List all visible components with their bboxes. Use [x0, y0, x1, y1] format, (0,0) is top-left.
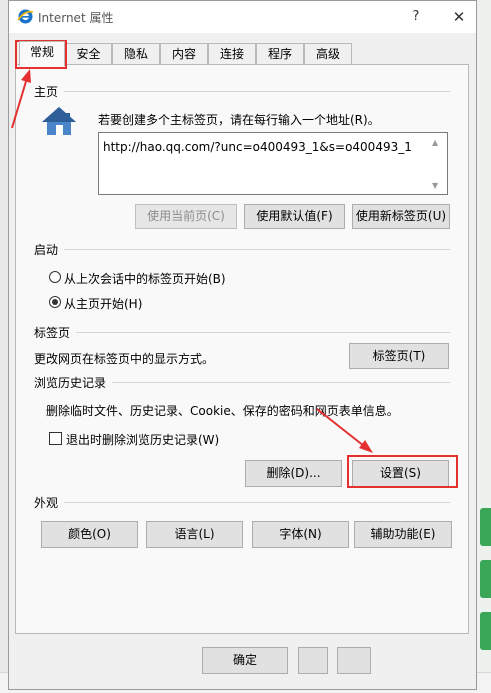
delete-on-exit-label: 退出时删除浏览历史记录(W)	[66, 433, 220, 447]
title-bar: Internet 属性 ? ✕	[9, 1, 476, 33]
startup-homepage-radio[interactable]	[49, 296, 61, 308]
delete-history-button[interactable]: 删除(D)...	[245, 460, 342, 487]
section-divider	[76, 332, 450, 333]
close-button[interactable]: ✕	[447, 6, 471, 28]
startup-last-session-label: 从上次会话中的标签页开始(B)	[64, 272, 226, 286]
tabs-section-label: 标签页	[34, 326, 71, 340]
history-section-label: 浏览历史记录	[34, 376, 107, 390]
startup-section-label: 启动	[34, 243, 59, 257]
tab-label: 高级	[315, 47, 340, 61]
tab-label: 连接	[219, 47, 244, 61]
homepage-section-label: 主页	[34, 85, 59, 99]
home-icon	[42, 107, 76, 135]
tab-content[interactable]: 内容	[160, 43, 208, 64]
use-default-button[interactable]: 使用默认值(F)	[244, 204, 345, 229]
colors-button[interactable]: 颜色(O)	[41, 521, 138, 548]
scroll-down-icon[interactable]: ▼	[432, 181, 438, 190]
appearance-section-label: 外观	[34, 496, 59, 510]
tab-label: 隐私	[123, 47, 148, 61]
tab-label: 程序	[267, 47, 292, 61]
annotation-highlight-settings-button	[347, 455, 458, 488]
history-description: 删除临时文件、历史记录、Cookie、保存的密码和网页表单信息。	[46, 404, 399, 418]
homepage-instruction: 若要创建多个主标签页，请在每行输入一个地址(R)。	[98, 113, 380, 127]
delete-on-exit-checkbox[interactable]	[49, 432, 62, 445]
section-divider	[112, 382, 450, 383]
help-button[interactable]: ?	[404, 6, 428, 28]
use-new-tab-button[interactable]: 使用新标签页(U)	[352, 204, 450, 229]
tab-programs[interactable]: 程序	[256, 43, 304, 64]
use-current-page-button[interactable]: 使用当前页(C)	[135, 204, 237, 229]
tab-label: 安全	[76, 47, 101, 61]
background-side-tab	[480, 560, 491, 598]
tab-advanced[interactable]: 高级	[304, 43, 352, 64]
section-divider	[64, 91, 450, 92]
accessibility-button[interactable]: 辅助功能(E)	[354, 521, 452, 548]
tab-privacy[interactable]: 隐私	[112, 43, 160, 64]
tab-security[interactable]: 安全	[65, 43, 112, 64]
startup-homepage-label: 从主页开始(H)	[64, 297, 143, 311]
tab-general[interactable]: 常规	[19, 41, 65, 66]
background-side-tab	[480, 612, 491, 650]
apply-button[interactable]	[337, 647, 371, 674]
fonts-button[interactable]: 字体(N)	[252, 521, 349, 548]
general-panel: 主页 若要创建多个主标签页，请在每行输入一个地址(R)。 http://hao.…	[15, 64, 469, 634]
tab-label: 常规	[29, 45, 54, 59]
section-divider	[64, 502, 450, 503]
background-side-tab	[480, 508, 491, 546]
background-window-left	[0, 0, 8, 692]
scroll-up-icon[interactable]: ▲	[432, 138, 438, 147]
languages-button[interactable]: 语言(L)	[146, 521, 243, 548]
tabs-description: 更改网页在标签页中的显示方式。	[34, 352, 215, 366]
ok-button[interactable]: 确定	[202, 647, 288, 674]
cancel-button[interactable]	[298, 647, 328, 674]
startup-last-session-radio[interactable]	[49, 271, 61, 283]
tabs-settings-button[interactable]: 标签页(T)	[349, 343, 449, 369]
internet-options-dialog: Internet 属性 ? ✕ 常规 安全 隐私 内容 连接 程序 高级 主页 …	[8, 0, 477, 690]
tab-connections[interactable]: 连接	[208, 43, 256, 64]
homepage-url-value: http://hao.qq.com/?unc=o400493_1&s=o4004…	[103, 140, 412, 154]
homepage-url-textarea[interactable]: http://hao.qq.com/?unc=o400493_1&s=o4004…	[98, 132, 448, 195]
section-divider	[64, 249, 450, 250]
tab-label: 内容	[171, 47, 196, 61]
internet-explorer-icon	[17, 9, 34, 24]
window-title: Internet 属性	[38, 11, 114, 25]
